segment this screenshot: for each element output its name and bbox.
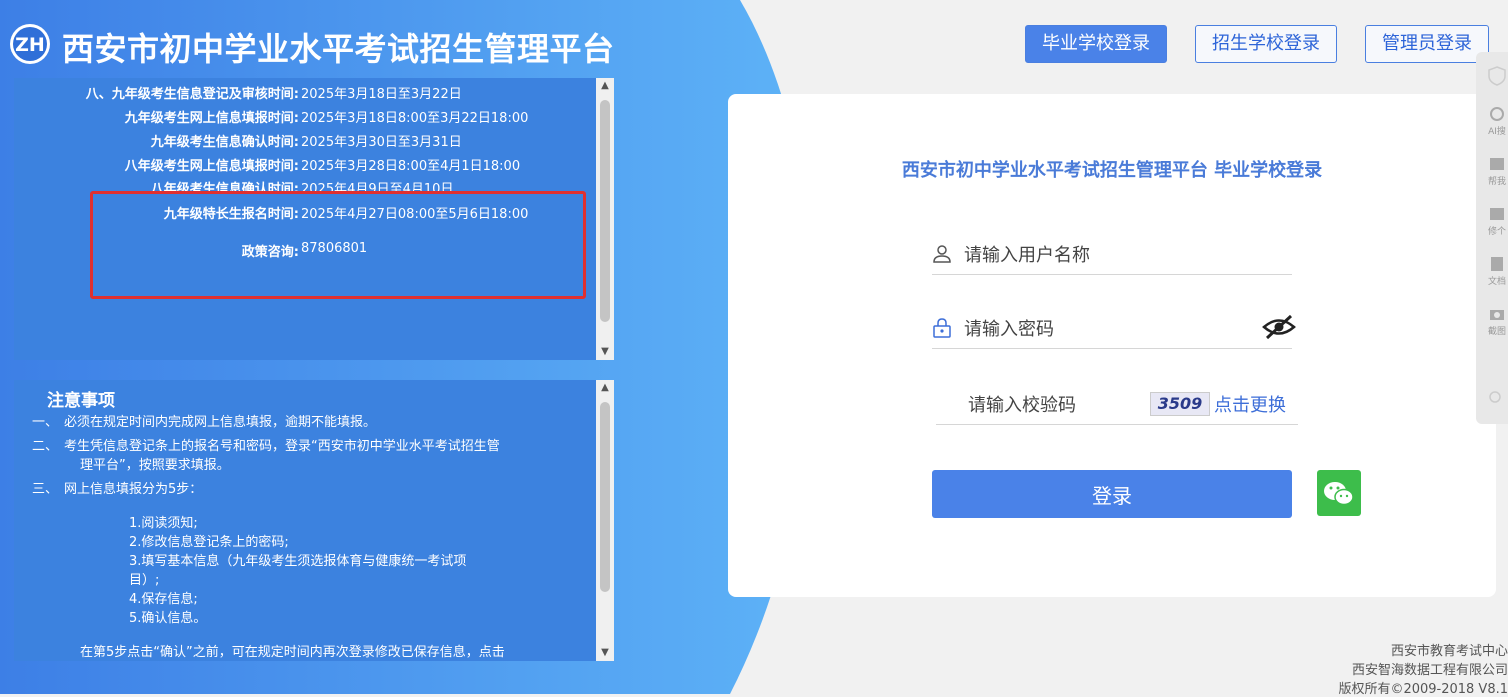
shield-icon[interactable] (1488, 66, 1506, 86)
schedule-value: 2025年4月9日至4月10日 (301, 182, 454, 192)
side-tool-label: AI搜 (1488, 127, 1506, 137)
schedule-value: 2025年3月18日至3月22日 (301, 87, 462, 102)
notice-step: 3.填写基本信息（九年级考生须选报体育与健康统一考试项 (129, 554, 467, 569)
schedule-value: 2025年3月28日8:00至4月1日18:00 (301, 159, 521, 174)
schedule-scrollbar[interactable]: ▲ ▼ (596, 78, 614, 360)
notice-item-num: 二、 (32, 439, 59, 454)
notice-step: 目）; (129, 573, 160, 588)
login-title: 西安市初中学业水平考试招生管理平台 毕业学校登录 (901, 160, 1323, 181)
schedule-row: 九年级考生信息确认时间: 2025年3月30日至3月31日 (14, 131, 594, 153)
notice-item-text: 网上信息填报分为5步： (64, 482, 203, 497)
scroll-up-icon[interactable]: ▲ (596, 78, 614, 94)
notice-footer-text: 在第5步点击“确认”之前，可在规定时间内再次登录修改已保存信息，点击 (80, 645, 505, 660)
schedule-row: 八、九年级考生信息登记及审核时间: 2025年3月18日至3月22日 (14, 83, 594, 105)
notice-item-num: 三、 (32, 482, 59, 497)
picture-icon (1490, 208, 1504, 220)
captcha-refresh-link[interactable]: 点击更换 (1214, 391, 1286, 417)
schedule-row: 八年级考生信息确认时间: 2025年4月9日至4月10日 (14, 178, 594, 192)
camera-icon (1490, 310, 1504, 320)
notice-item-text: 考生凭信息登记条上的报名号和密码，登录“西安市初中学业水平考试招生管 (64, 439, 500, 454)
schedule-label: 九年级考生网上信息填报时间: (124, 111, 299, 126)
notice-step: 5.确认信息。 (129, 611, 207, 626)
side-tool-label: 截图 (1487, 327, 1506, 337)
scroll-down-icon[interactable]: ▼ (596, 344, 614, 360)
schedule-value: 2025年3月18日8:00至3月22日18:00 (301, 111, 529, 126)
schedule-value: 2025年3月30日至3月31日 (301, 135, 462, 150)
notice-item-text: 必须在规定时间内完成网上信息填报，逾期不能填报。 (64, 415, 377, 430)
footer-company: 西安智海数据工程有限公司 (1351, 663, 1508, 678)
schedule-label: 八年级考生信息确认时间: (150, 182, 299, 192)
ai-search-icon (1490, 107, 1504, 121)
notice-title: 注意事项 (47, 391, 115, 411)
notice-step: 2.修改信息登记条上的密码; (129, 535, 289, 550)
schedule-label: 八年级考生网上信息填报时间: (124, 159, 299, 174)
scroll-thumb[interactable] (600, 402, 610, 592)
captcha-image[interactable]: 3509 (1150, 392, 1210, 416)
notice-item-num: 一、 (32, 415, 59, 430)
notice-item: 二、 考生凭信息登记条上的报名号和密码，登录“西安市初中学业水平考试招生管 (32, 437, 500, 456)
password-field (932, 308, 1296, 349)
captcha-field: 3509 点击更换 (936, 384, 1298, 425)
side-tool-label: 修个 (1487, 227, 1506, 237)
wechat-icon (1324, 482, 1354, 506)
settings-icon[interactable] (1488, 390, 1502, 404)
side-tool-label: 文档 (1487, 277, 1506, 287)
footer-copyright: 版权所有©2009-2018 V8.1 (1338, 682, 1508, 697)
password-input[interactable] (962, 314, 1246, 344)
notice-scrollbar[interactable]: ▲ ▼ (596, 380, 614, 661)
scroll-down-icon[interactable]: ▼ (596, 645, 614, 661)
side-tool-ai-search[interactable]: AI搜 (1480, 106, 1508, 137)
notice-item: 三、 网上信息填报分为5步： (32, 480, 202, 499)
lock-icon (933, 318, 951, 338)
highlight-annotation-box (90, 191, 586, 299)
document-icon (1491, 257, 1503, 271)
footer-org: 西安市教育考试中心 (1390, 644, 1508, 659)
grad-school-login-button[interactable]: 毕业学校登录 (1025, 25, 1167, 63)
username-field (932, 234, 1292, 275)
scroll-up-icon[interactable]: ▲ (596, 380, 614, 396)
notice-step: 4.保存信息; (129, 592, 198, 607)
eye-slash-icon[interactable] (1262, 314, 1296, 340)
image-icon (1490, 158, 1504, 170)
side-tool-label: 帮我 (1487, 177, 1506, 187)
schedule-row: 九年级考生网上信息填报时间: 2025年3月18日8:00至3月22日18:00 (14, 107, 594, 129)
login-submit-button[interactable]: 登录 (932, 470, 1292, 518)
side-tool-help[interactable]: 帮我 (1480, 156, 1508, 187)
notice-item: 一、 必须在规定时间内完成网上信息填报，逾期不能填报。 (32, 413, 376, 432)
side-tool-fix[interactable]: 修个 (1480, 206, 1508, 237)
admin-login-button[interactable]: 管理员登录 (1365, 25, 1489, 63)
side-tool-doc[interactable]: 文档 (1480, 256, 1508, 287)
notice-step: 1.阅读须知; (129, 516, 198, 531)
scroll-thumb[interactable] (600, 100, 610, 322)
schedule-row: 八年级考生网上信息填报时间: 2025年3月28日8:00至4月1日18:00 (14, 155, 594, 177)
side-toolbar: AI搜 帮我 修个 文档 截图 (1476, 52, 1508, 424)
username-input[interactable] (962, 240, 1246, 270)
captcha-input[interactable] (966, 390, 1140, 420)
enroll-school-login-button[interactable]: 招生学校登录 (1195, 25, 1337, 63)
notice-panel[interactable]: 注意事项 一、 必须在规定时间内完成网上信息填报，逾期不能填报。 二、 考生凭信息登… (14, 380, 614, 661)
notice-item-text: 理平台”，按照要求填报。 (80, 458, 230, 473)
user-icon (933, 245, 951, 263)
schedule-label: 九年级考生信息确认时间: (150, 135, 299, 150)
platform-logo-icon: ZH (10, 24, 50, 64)
notice-item: 理平台”，按照要求填报。 (80, 456, 230, 475)
logo-text: ZH (15, 34, 45, 56)
schedule-label: 八、九年级考生信息登记及审核时间: (85, 87, 299, 102)
login-card: 西安市初中学业水平考试招生管理平台 毕业学校登录 3509 点击更换 登录 (728, 94, 1496, 597)
platform-title: 西安市初中学业水平考试招生管理平台 (62, 30, 615, 68)
schedule-panel[interactable]: 八、九年级考生信息登记及审核时间: 2025年3月18日至3月22日 九年级考生… (14, 78, 614, 360)
side-tool-screenshot[interactable]: 截图 (1480, 306, 1508, 337)
wechat-login-button[interactable] (1317, 470, 1361, 516)
